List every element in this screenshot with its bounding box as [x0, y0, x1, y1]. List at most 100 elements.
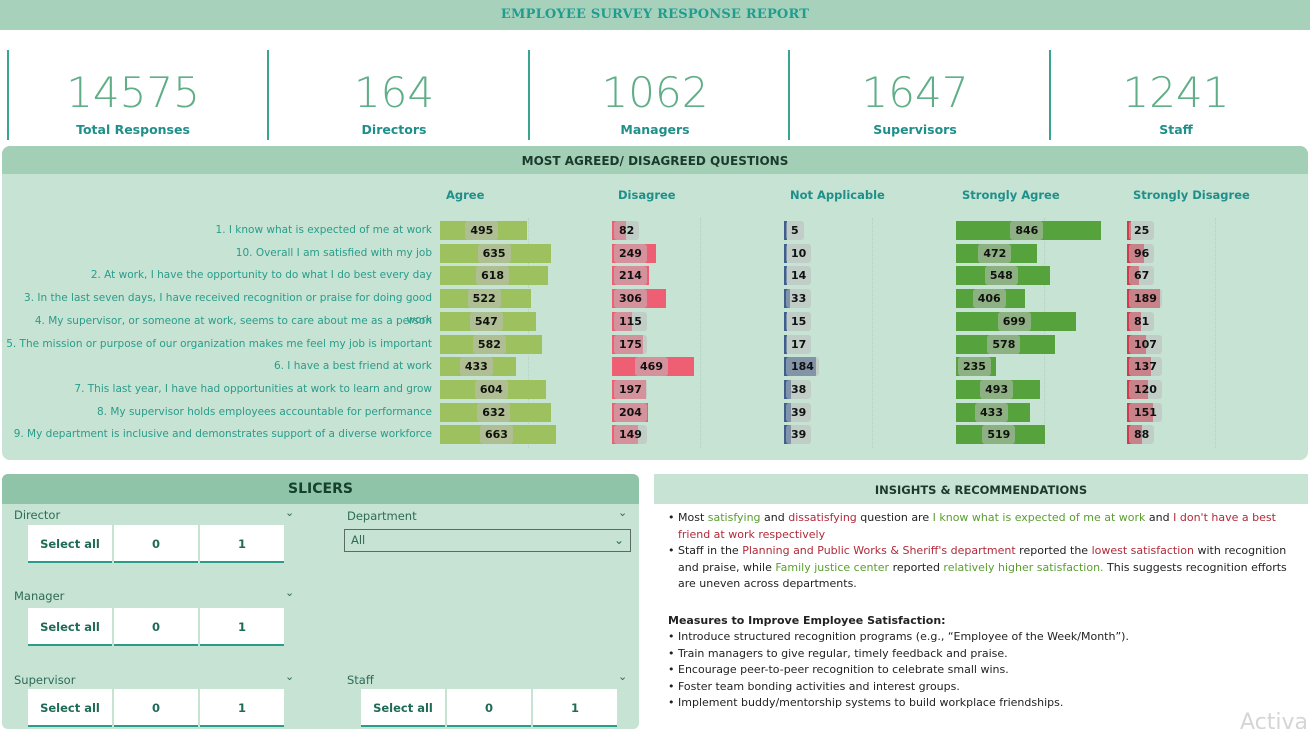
bar-value-label: 249 [614, 243, 647, 263]
gridline [1215, 218, 1216, 448]
kpi-label: Directors [361, 122, 427, 137]
column-header: Agree [446, 188, 485, 202]
bar-value-label: 67 [1129, 266, 1155, 286]
question-label: 4. My supervisor, or someone at work, se… [34, 314, 432, 327]
bar-value-label: 25 [1129, 221, 1155, 240]
staff-select-all[interactable]: Select all [361, 689, 445, 727]
supervisor-option-0[interactable]: 0 [114, 689, 198, 727]
question-label: 6. I have a best friend at work [273, 360, 432, 373]
bar-value-label: 197 [614, 379, 647, 399]
kpi-supervisors: 1647 Supervisors [788, 50, 1040, 140]
kpi-value: 1647 [861, 68, 969, 117]
bar-value-label: 433 [975, 402, 1008, 422]
bar-value-label: 519 [982, 425, 1016, 445]
measure-item: Encourage peer-to-peer recognition to ce… [668, 662, 1296, 679]
chevron-down-icon[interactable]: ⌄ [618, 670, 627, 683]
bar-value-label: 17 [786, 334, 812, 354]
department-slicer-label: Department [347, 509, 417, 523]
measure-item: Train managers to give regular, timely f… [668, 646, 1296, 663]
manager-slicer-label: Manager [14, 589, 65, 603]
kpi-row: 14575 Total Responses 164 Directors 1062… [0, 44, 1310, 142]
bar-value-label: 175 [614, 334, 647, 354]
bar-value-label: 151 [1129, 402, 1162, 422]
manager-select-all[interactable]: Select all [28, 608, 112, 646]
bar-value-label: 469 [635, 357, 668, 377]
bar-value-label: 39 [786, 425, 812, 445]
chevron-down-icon[interactable]: ⌄ [618, 506, 627, 519]
bar-value-label: 5 [786, 221, 804, 240]
bar-value-label: 15 [786, 311, 812, 331]
bar-value-label: 189 [1129, 289, 1162, 309]
insights-body: Most satisfying and dissatisfying questi… [654, 504, 1308, 712]
department-dropdown[interactable]: All ⌄ [344, 529, 631, 552]
activation-watermark: Activa [1240, 710, 1308, 729]
question-label: 10. Overall I am satisfied with my job [235, 246, 432, 259]
bar-value-label: 184 [786, 357, 819, 377]
question-label: 7. This last year, I have had opportunit… [74, 382, 432, 395]
chevron-down-icon[interactable]: ⌄ [285, 586, 294, 599]
bar-value-label: 618 [476, 266, 510, 286]
bar-value-label: 493 [980, 379, 1014, 399]
bar-value-label: 433 [459, 357, 493, 377]
measure-item: Foster team bonding activities and inter… [668, 679, 1296, 696]
manager-option-1[interactable]: 1 [200, 608, 284, 646]
bar-value-label: 635 [477, 243, 511, 263]
bar-value-label: 604 [474, 379, 508, 399]
staff-option-0[interactable]: 0 [447, 689, 531, 727]
department-value: All [351, 533, 366, 547]
bar-value-label: 149 [614, 425, 647, 445]
staff-option-1[interactable]: 1 [533, 689, 617, 727]
bar-value-label: 82 [614, 221, 640, 240]
staff-slicer-label: Staff [347, 673, 374, 687]
slicers-panel: SLICERS Director ⌄ Select all 0 1 Depart… [2, 474, 639, 729]
column-header: Strongly Disagree [1133, 188, 1250, 202]
column-header: Disagree [618, 188, 676, 202]
bar-value-label: 846 [1010, 221, 1044, 240]
director-option-1[interactable]: 1 [200, 525, 284, 563]
kpi-value: 14575 [66, 68, 200, 117]
bar-value-label: 235 [958, 357, 991, 377]
director-select-all[interactable]: Select all [28, 525, 112, 563]
bar-value-label: 38 [786, 379, 812, 399]
kpi-staff: 1241 Staff [1049, 50, 1301, 140]
column-header: Not Applicable [790, 188, 885, 202]
measure-item: Implement buddy/mentorship systems to bu… [668, 695, 1296, 712]
insight-1: Most satisfying and dissatisfying questi… [668, 510, 1296, 543]
question-label: 3. In the last seven days, I have receiv… [24, 292, 432, 327]
bar-value-label: 120 [1129, 379, 1162, 399]
bar-value-label: 115 [614, 311, 647, 331]
kpi-value: 1062 [601, 68, 709, 117]
supervisor-select-all[interactable]: Select all [28, 689, 112, 727]
slicers-title: SLICERS [2, 474, 639, 504]
measure-item: Introduce structured recognition program… [668, 629, 1296, 646]
bar-value-label: 204 [614, 402, 647, 422]
kpi-label: Managers [620, 122, 690, 137]
bar-value-label: 214 [614, 266, 647, 286]
chevron-down-icon[interactable]: ⌄ [285, 670, 294, 683]
column-header: Strongly Agree [962, 188, 1060, 202]
bar-value-label: 522 [467, 289, 501, 309]
bar-value-label: 107 [1129, 334, 1162, 354]
bar-value-label: 663 [480, 425, 513, 445]
bar-value-label: 699 [997, 311, 1031, 331]
supervisor-option-1[interactable]: 1 [200, 689, 284, 727]
question-label: 9. My department is inclusive and demons… [13, 428, 432, 441]
bar-value-label: 495 [465, 221, 499, 240]
kpi-label: Staff [1159, 122, 1193, 137]
measures-title: Measures to Improve Employee Satisfactio… [668, 613, 946, 627]
director-option-0[interactable]: 0 [114, 525, 198, 563]
gridline [1044, 218, 1045, 448]
chevron-down-icon: ⌄ [613, 533, 624, 547]
manager-option-0[interactable]: 0 [114, 608, 198, 646]
bar-value-label: 582 [472, 334, 506, 354]
question-label: 2. At work, I have the opportunity to do… [90, 269, 432, 282]
chevron-down-icon[interactable]: ⌄ [285, 506, 294, 519]
question-label: 5. The mission or purpose of our organiz… [6, 337, 432, 350]
kpi-managers: 1062 Managers [528, 50, 780, 140]
report-title: EMPLOYEE SURVEY RESPONSE REPORT [0, 0, 1310, 30]
bar-value-label: 578 [987, 334, 1021, 354]
bar-value-label: 306 [614, 289, 647, 309]
bar-value-label: 81 [1129, 311, 1155, 331]
bar-value-label: 547 [469, 311, 503, 331]
kpi-label: Total Responses [76, 122, 190, 137]
